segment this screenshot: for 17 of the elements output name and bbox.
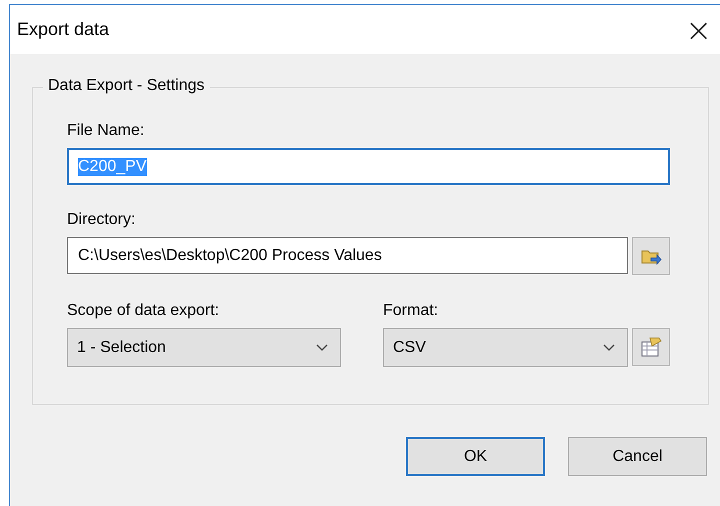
- field-label: Format:: [383, 302, 440, 320]
- input-field[interactable]: C:\Users\es\Desktop\C200 Process Values: [67, 237, 628, 274]
- field-label: Directory:: [67, 211, 136, 229]
- dropdown[interactable]: 1 - Selection: [67, 328, 341, 367]
- browse-button[interactable]: [632, 237, 670, 275]
- dialog-button[interactable]: Cancel: [568, 437, 707, 476]
- chevron-down-icon: [316, 344, 328, 352]
- format-settings-button[interactable]: [632, 328, 670, 366]
- field-label: File Name:: [67, 122, 146, 140]
- chevron-down-icon: [603, 344, 615, 352]
- group-title: Data Export - Settings: [43, 77, 210, 95]
- close-button[interactable]: ×: [677, 14, 720, 46]
- table-icon: [640, 336, 662, 358]
- window-title: Export data: [17, 19, 110, 40]
- dialog-button[interactable]: OK: [406, 437, 545, 476]
- dropdown[interactable]: CSV: [383, 328, 628, 367]
- field-label: Scope of data export:: [67, 302, 220, 320]
